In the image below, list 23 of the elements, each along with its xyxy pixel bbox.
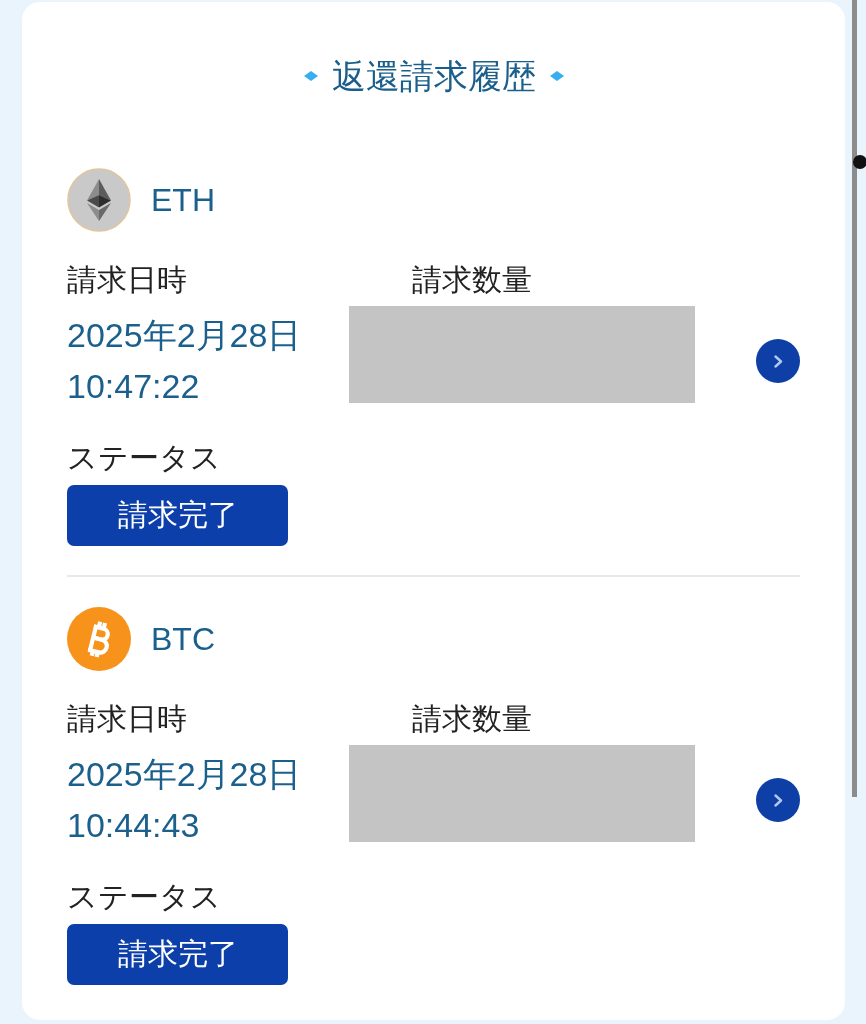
bitcoin-icon — [67, 607, 131, 671]
scroll-thumb[interactable] — [853, 155, 866, 169]
detail-button[interactable] — [756, 339, 800, 383]
chevron-icon — [773, 354, 783, 368]
diamond-icon — [549, 71, 564, 81]
ethereum-icon — [67, 168, 131, 232]
amount-label: 請求数量 — [412, 701, 532, 737]
page-title: 返還請求履歴 — [331, 56, 536, 97]
date-time-value: 2025年2月28日 10:47:22 — [67, 315, 303, 407]
scrollbar[interactable] — [852, 0, 857, 797]
date-time-value: 2025年2月28日 10:44:43 — [67, 754, 303, 846]
status-badge: 請求完了 — [67, 485, 288, 546]
status-badge: 請求完了 — [67, 924, 288, 985]
coin-name: ETH — [151, 181, 215, 220]
diamond-icon — [303, 71, 318, 81]
date-label: 請求日時 — [67, 701, 187, 737]
amount-label: 請求数量 — [412, 262, 532, 298]
status-label: ステータス — [67, 440, 221, 476]
coin-name: BTC — [151, 620, 215, 659]
status-label: ステータス — [67, 879, 221, 915]
chevron-icon — [773, 793, 783, 807]
date-label: 請求日時 — [67, 262, 187, 298]
detail-button[interactable] — [756, 778, 800, 822]
